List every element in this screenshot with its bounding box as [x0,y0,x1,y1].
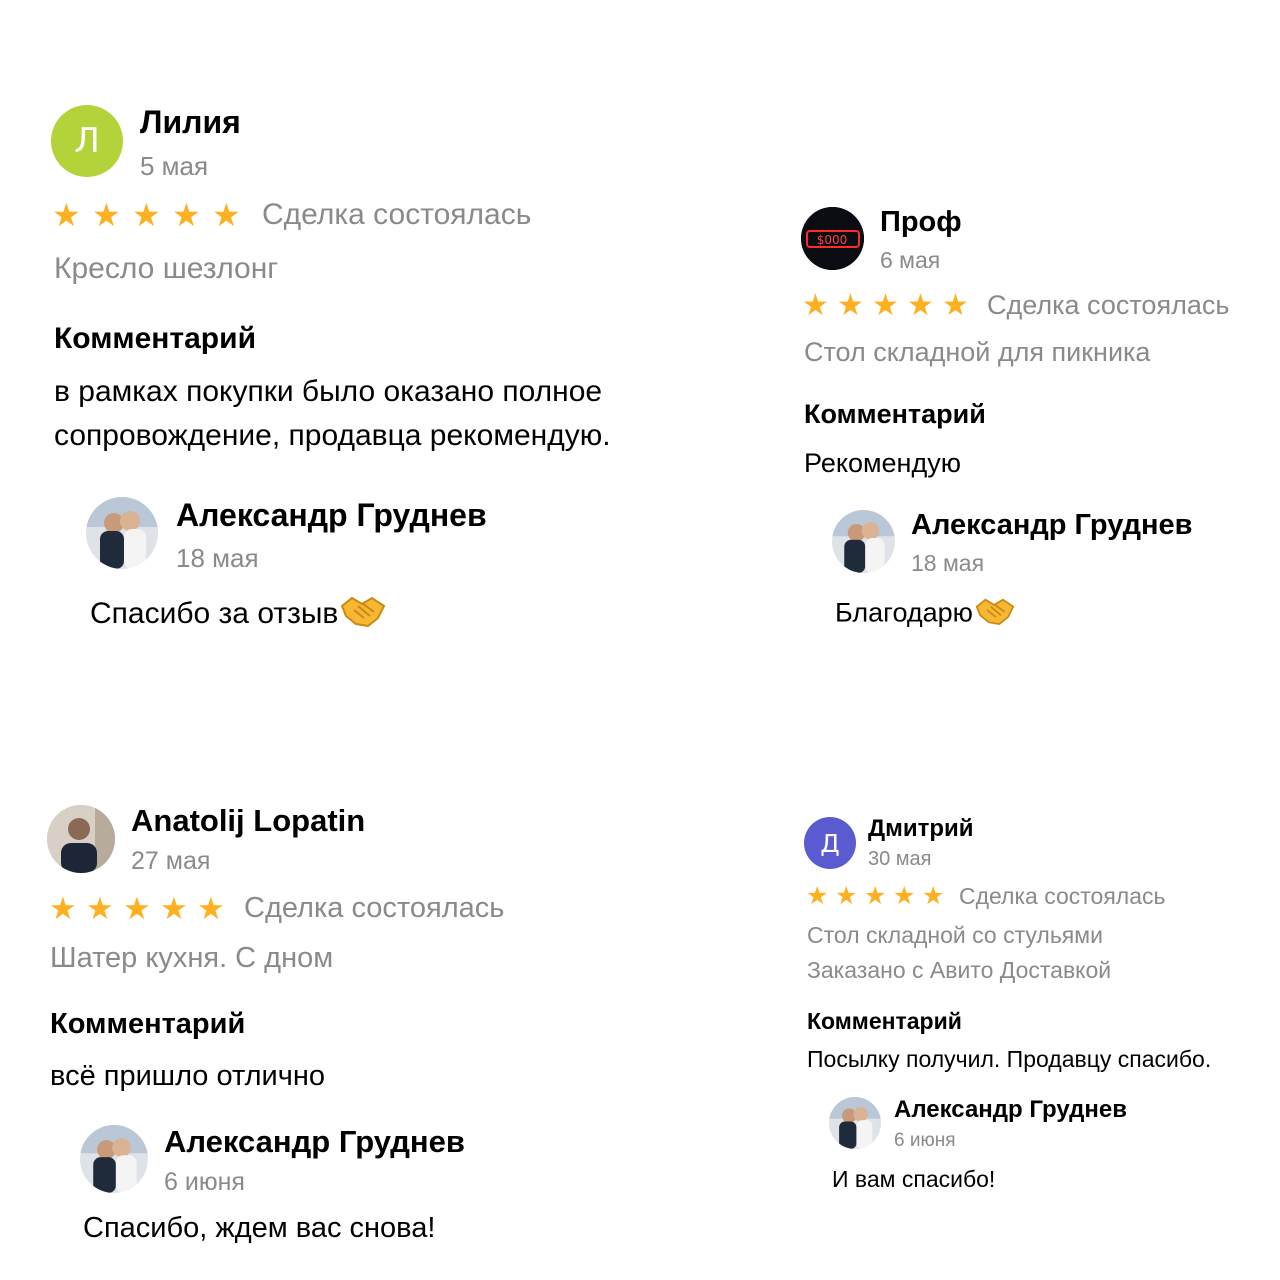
reply-date: 6 июня [894,1130,956,1151]
comment-title: Комментарий [807,1008,962,1034]
star-icon: ★ [835,882,858,910]
review-card-dmitriy: Д Дмитрий 30 мая ★ ★ ★ ★ ★ Сделка состоя… [0,0,1280,1280]
star-icon: ★ [922,882,945,910]
review-author[interactable]: Дмитрий [868,815,974,843]
star-icon: ★ [864,882,887,910]
review-date: 30 мая [868,848,932,870]
avatar-letter: Д [820,828,840,858]
reply-author[interactable]: Александр Груднев [894,1096,1127,1124]
reply-text: И вам спасибо! [832,1166,996,1192]
product-name[interactable]: Стол складной со стульями [807,922,1103,949]
star-icon: ★ [806,882,829,910]
photo-avatar-icon [829,1097,881,1149]
delivery-note: Заказано с Авито Доставкой [807,957,1112,983]
rating-stars: ★ ★ ★ ★ ★ [806,884,951,909]
star-icon: ★ [893,882,916,910]
avatar[interactable]: Д [804,817,856,869]
rating-row: ★ ★ ★ ★ ★ Сделка состоялась [806,883,1166,910]
reply-avatar[interactable] [829,1097,881,1149]
comment-text: Посылку получил. Продавцу спасибо. [807,1046,1212,1072]
deal-status: Сделка состоялась [959,883,1166,909]
